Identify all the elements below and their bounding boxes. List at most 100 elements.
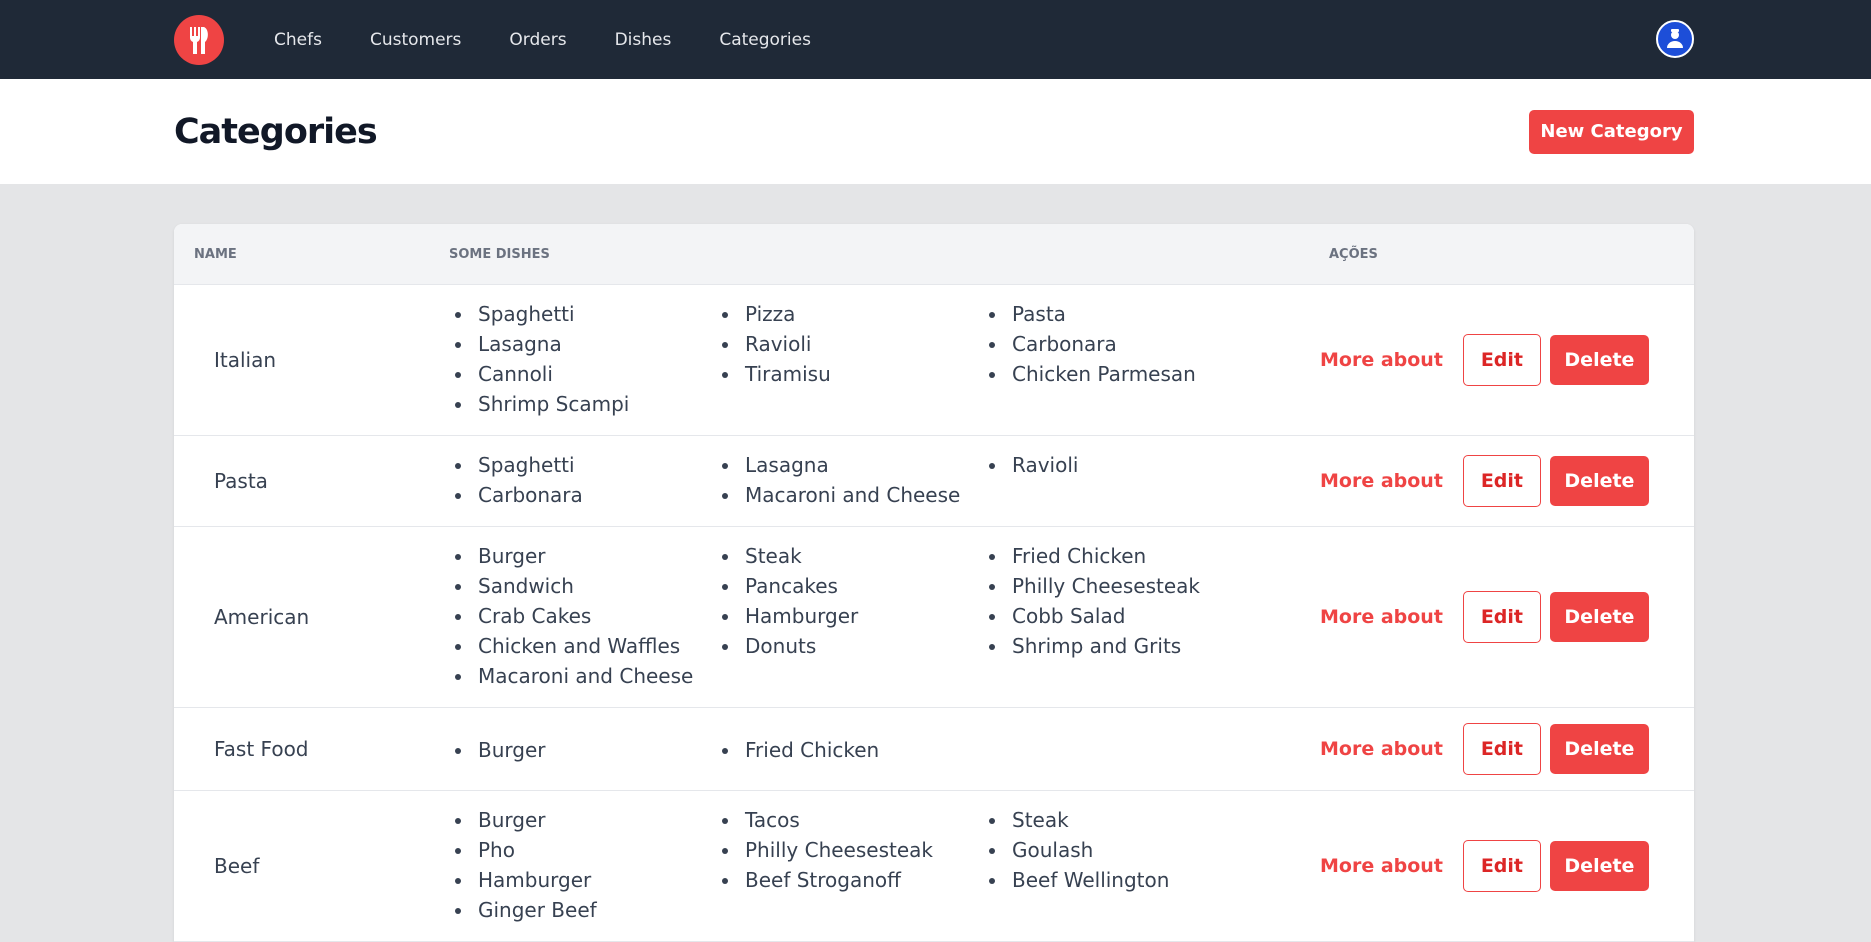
dish-list: Ravioli (986, 450, 1078, 480)
dish-item: Pasta (1008, 299, 1196, 329)
dish-item: Chicken Parmesan (1008, 359, 1196, 389)
more-about-link[interactable]: More about (1320, 349, 1443, 371)
header-some-dishes: SOME DISHES (449, 246, 550, 262)
new-category-button[interactable]: New Category (1529, 109, 1694, 154)
dish-item: Beef Stroganoff (741, 865, 933, 895)
row-actions: More about Edit Delete (1320, 723, 1649, 775)
dish-item: Cobb Salad (1008, 601, 1200, 631)
category-name: Pasta (214, 469, 268, 493)
dish-item: Pizza (741, 299, 831, 329)
dish-item: Goulash (1008, 835, 1169, 865)
dish-list: SteakGoulashBeef Wellington (986, 805, 1169, 895)
dish-item: Tacos (741, 805, 933, 835)
user-avatar[interactable] (1656, 20, 1694, 58)
page-header: Categories New Category (0, 79, 1871, 184)
dish-list: PastaCarbonaraChicken Parmesan (986, 299, 1196, 389)
edit-button[interactable]: Edit (1462, 455, 1541, 507)
dish-list: SteakPancakesHamburgerDonuts (719, 541, 858, 661)
category-name: Beef (214, 854, 260, 878)
dish-item: Sandwich (474, 571, 693, 601)
dish-item: Chicken and Waffles (474, 631, 693, 661)
header-name: NAME (194, 246, 237, 262)
dish-item: Carbonara (474, 480, 583, 510)
dish-item: Ravioli (741, 329, 831, 359)
dish-item: Burger (474, 541, 693, 571)
row-actions: More about Edit Delete (1320, 455, 1649, 507)
table-row: Italian SpaghettiLasagnaCannoliShrimp Sca… (174, 285, 1694, 436)
dish-list: SpaghettiLasagnaCannoliShrimp Scampi (452, 299, 629, 419)
dish-list: TacosPhilly CheesesteakBeef Stroganoff (719, 805, 933, 895)
dish-item: Steak (741, 541, 858, 571)
dish-item: Philly Cheesesteak (1008, 571, 1200, 601)
dish-list: SpaghettiCarbonara (452, 450, 583, 510)
dish-item: Crab Cakes (474, 601, 693, 631)
page-title: Categories (174, 111, 378, 152)
dish-item: Hamburger (741, 601, 858, 631)
nav-categories[interactable]: Categories (719, 30, 811, 50)
edit-button[interactable]: Edit (1462, 723, 1541, 775)
dish-item: Burger (474, 805, 597, 835)
dish-list: BurgerSandwichCrab CakesChicken and Waff… (452, 541, 693, 691)
dish-item: Macaroni and Cheese (741, 480, 960, 510)
delete-button[interactable]: Delete (1549, 592, 1649, 642)
delete-button[interactable]: Delete (1549, 456, 1649, 506)
dish-item: Macaroni and Cheese (474, 661, 693, 691)
dish-item: Spaghetti (474, 450, 583, 480)
dish-list: Fried ChickenPhilly CheesesteakCobb Sala… (986, 541, 1200, 661)
dish-item: Pancakes (741, 571, 858, 601)
dish-item: Lasagna (474, 329, 629, 359)
dish-item: Fried Chicken (1008, 541, 1200, 571)
table-body: ItalianSpaghettiLasagnaCannoliShrimp Sca… (174, 285, 1694, 942)
more-about-link[interactable]: More about (1320, 738, 1443, 760)
more-about-link[interactable]: More about (1320, 470, 1443, 492)
edit-button[interactable]: Edit (1462, 591, 1541, 643)
delete-button[interactable]: Delete (1549, 724, 1649, 774)
edit-button[interactable]: Edit (1462, 840, 1541, 892)
edit-button[interactable]: Edit (1462, 334, 1541, 386)
row-actions: More about Edit Delete (1320, 591, 1649, 643)
dish-list: BurgerPhoHamburgerGinger Beef (452, 805, 597, 925)
nav-orders[interactable]: Orders (509, 30, 566, 50)
dish-item: Philly Cheesesteak (741, 835, 933, 865)
dish-item: Hamburger (474, 865, 597, 895)
dish-item: Steak (1008, 805, 1169, 835)
delete-button[interactable]: Delete (1549, 335, 1649, 385)
nav-dishes[interactable]: Dishes (615, 30, 672, 50)
dish-item: Shrimp and Grits (1008, 631, 1200, 661)
dish-list: LasagnaMacaroni and Cheese (719, 450, 960, 510)
dish-item: Spaghetti (474, 299, 629, 329)
dish-item: Fried Chicken (741, 735, 879, 765)
dish-item: Pho (474, 835, 597, 865)
categories-table: NAME SOME DISHES AÇÕES ItalianSpaghettiL… (174, 224, 1694, 942)
row-actions: More about Edit Delete (1320, 334, 1649, 386)
dish-item: Donuts (741, 631, 858, 661)
nav-customers[interactable]: Customers (370, 30, 461, 50)
dish-item: Beef Wellington (1008, 865, 1169, 895)
dish-item: Ravioli (1008, 450, 1078, 480)
dish-item: Burger (474, 735, 546, 765)
dish-item: Tiramisu (741, 359, 831, 389)
table-row: American BurgerSandwichCrab CakesChicken … (174, 527, 1694, 708)
fork-knife-icon[interactable] (174, 14, 224, 65)
row-actions: More about Edit Delete (1320, 840, 1649, 892)
dish-item: Ginger Beef (474, 895, 597, 925)
dish-item: Shrimp Scampi (474, 389, 629, 419)
dish-item: Cannoli (474, 359, 629, 389)
dish-list: Fried Chicken (719, 735, 879, 765)
header-actions: AÇÕES (1329, 246, 1378, 262)
dish-list: Burger (452, 735, 546, 765)
dish-list: PizzaRavioliTiramisu (719, 299, 831, 389)
delete-button[interactable]: Delete (1549, 841, 1649, 891)
table-row: BeefBurgerPhoHamburgerGinger BeefTacosPh… (174, 791, 1694, 942)
table-row: Fast Food Burger Fried Chicken More about Ed… (174, 708, 1694, 791)
more-about-link[interactable]: More about (1320, 855, 1443, 877)
category-name: Fast Food (214, 737, 309, 761)
more-about-link[interactable]: More about (1320, 606, 1443, 628)
top-navbar: Chefs Customers Orders Dishes Categories (0, 0, 1871, 79)
category-name: American (214, 605, 310, 629)
table-row: Pasta SpaghettiCarbonara LasagnaMacaroni a… (174, 436, 1694, 527)
nav-chefs[interactable]: Chefs (274, 30, 322, 50)
dish-item: Carbonara (1008, 329, 1196, 359)
dish-item: Lasagna (741, 450, 960, 480)
category-name: Italian (214, 348, 277, 372)
